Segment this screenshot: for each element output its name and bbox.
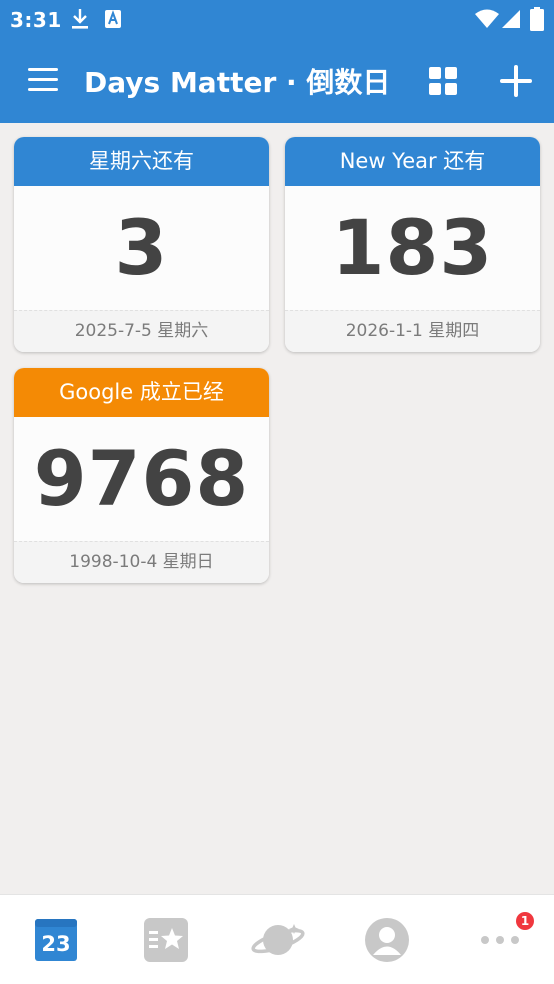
menu-button[interactable] <box>28 68 58 94</box>
nav-tab-calendar[interactable]: 23 <box>0 895 110 984</box>
calendar-day-label: 23 <box>41 932 71 956</box>
page-title: Days Matter · 倒数日 <box>84 66 391 99</box>
battery-icon <box>530 7 544 31</box>
status-time: 3:31 <box>10 8 62 32</box>
nav-tab-more[interactable]: 1 <box>444 895 554 984</box>
card-date: 2026-1-1 星期四 <box>285 310 540 352</box>
countdown-card[interactable]: 星期六还有 3 2025-7-5 星期六 <box>14 137 269 352</box>
card-day-count: 183 <box>331 203 494 292</box>
app-bar: Days Matter · 倒数日 <box>0 40 554 123</box>
card-title: 星期六还有 <box>14 137 269 186</box>
more-icon <box>481 936 519 944</box>
text-recognition-icon <box>105 10 121 28</box>
card-date: 1998-10-4 星期日 <box>14 541 269 583</box>
download-icon <box>72 9 88 29</box>
card-title: Google 成立已经 <box>14 368 269 417</box>
card-title: New Year 还有 <box>285 137 540 186</box>
grid-view-button[interactable] <box>429 67 457 95</box>
profile-icon <box>365 918 409 962</box>
status-bar: 3:31 <box>0 0 554 40</box>
card-date: 2025-7-5 星期六 <box>14 310 269 352</box>
wifi-icon <box>475 9 499 28</box>
starred-list-icon <box>144 918 188 962</box>
countdown-card[interactable]: Google 成立已经 9768 1998-10-4 星期日 <box>14 368 269 583</box>
planet-icon <box>251 924 305 955</box>
card-day-count: 9768 <box>33 434 250 523</box>
countdown-card[interactable]: New Year 还有 183 2026-1-1 星期四 <box>285 137 540 352</box>
notification-badge: 1 <box>516 912 534 930</box>
bottom-navigation: 23 1 <box>0 894 554 984</box>
add-event-button[interactable] <box>500 65 532 97</box>
card-day-count: 3 <box>114 203 169 292</box>
nav-tab-profile[interactable] <box>333 895 443 984</box>
nav-tab-discover[interactable] <box>222 895 332 984</box>
cellular-signal-icon <box>502 10 520 28</box>
nav-tab-starred[interactable] <box>110 895 220 984</box>
